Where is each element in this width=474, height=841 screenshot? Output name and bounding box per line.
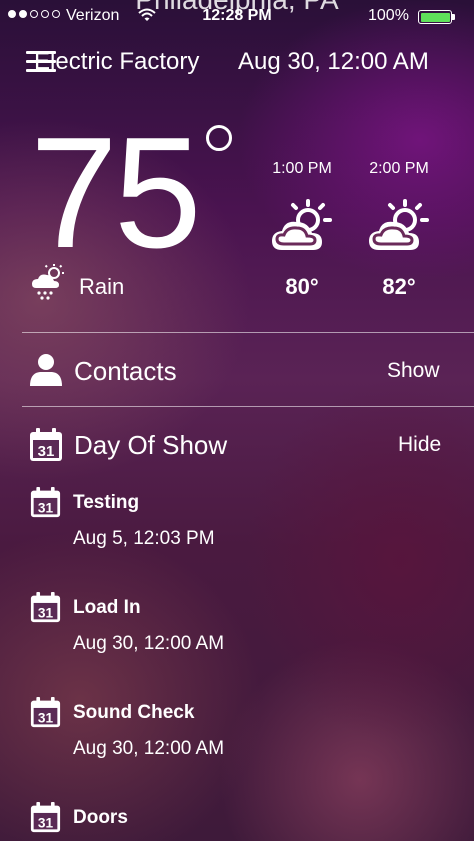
calendar-icon: 31 [30, 487, 61, 518]
calendar-number: 31 [38, 816, 54, 831]
calendar-number: 31 [38, 443, 55, 460]
event-title: Doors [73, 807, 128, 828]
calendar-number: 31 [38, 606, 54, 621]
event-date: Aug 30, 12:00 AM [73, 738, 225, 759]
current-temperature: 75 [30, 105, 202, 281]
calendar-icon: 31 [30, 802, 61, 833]
battery-tip [452, 14, 455, 20]
list-item[interactable]: 31 Sound Check Aug 30, 12:00 AM [0, 697, 474, 797]
calendar-icon: 31 [30, 428, 62, 461]
forecast-temp-2: 82° [359, 274, 439, 300]
forecast-temp-1: 80° [262, 274, 342, 300]
partly-cloudy-icon [272, 199, 332, 250]
forecast-time: 1:00 PM [272, 160, 332, 177]
forecast-time: 2:00 PM [369, 160, 429, 177]
list-item[interactable]: 31 Testing Aug 5, 12:03 PM [0, 487, 474, 587]
header-date: Aug 30, 12:00 AM [238, 48, 429, 75]
weather-condition: Rain [79, 274, 125, 299]
calendar-icon: 31 [30, 592, 61, 623]
calendar-icon: 31 [30, 697, 61, 728]
forecast-temp: 82° [382, 274, 416, 299]
contacts-show-button[interactable]: Show [387, 359, 440, 383]
contacts-label: Contacts [74, 356, 177, 386]
battery-icon [418, 10, 452, 24]
list-item[interactable]: 31 Doors [0, 802, 474, 841]
person-icon [30, 354, 62, 386]
forecast-hour-2: 2:00 PM [359, 160, 439, 178]
list-item[interactable]: 31 Load In Aug 30, 12:00 AM [0, 592, 474, 692]
calendar-number: 31 [38, 711, 54, 726]
day-of-show-label: Day Of Show [74, 430, 228, 460]
event-list: 31 Testing Aug 5, 12:03 PM 31 Load In Au… [0, 487, 474, 841]
venue-name: Electric Factory [34, 48, 200, 75]
forecast-temp: 80° [285, 274, 319, 299]
partly-cloudy-icon [369, 199, 429, 250]
contacts-row[interactable]: Contacts Show [0, 333, 474, 406]
rain-cloud-icon [32, 264, 64, 300]
event-date: Aug 5, 12:03 PM [73, 528, 215, 549]
forecast-hour-1: 1:00 PM [262, 160, 342, 178]
day-of-show-row[interactable]: 31 Day Of Show Hide [0, 407, 474, 477]
status-bar: Verizon 12:28 PM 100% [0, 4, 474, 28]
event-title: Testing [73, 492, 140, 513]
calendar-number: 31 [38, 501, 54, 516]
day-of-show-hide-button[interactable]: Hide [398, 433, 441, 457]
event-date: Aug 30, 12:00 AM [73, 633, 225, 654]
battery-percent: 100% [368, 7, 409, 24]
event-title: Sound Check [73, 702, 195, 723]
degree-symbol [206, 125, 232, 151]
event-title: Load In [73, 597, 141, 618]
